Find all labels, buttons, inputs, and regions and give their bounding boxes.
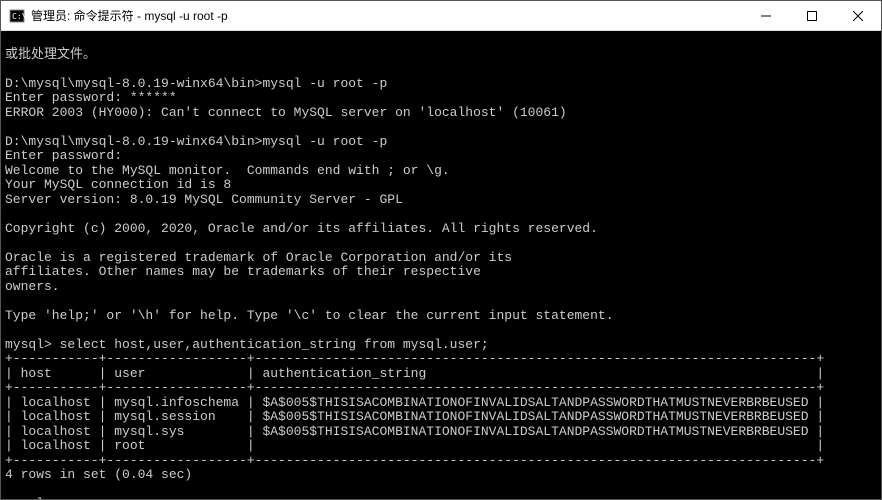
- titlebar[interactable]: C:\ 管理员: 命令提示符 - mysql -u root -p: [1, 1, 881, 31]
- table-row: | localhost | mysql.session | $A$005$THI…: [5, 409, 824, 424]
- table-border: +-----------+------------------+--------…: [5, 380, 824, 395]
- output-line: 或批处理文件。: [5, 47, 96, 62]
- output-line: affiliates. Other names may be trademark…: [5, 264, 481, 279]
- table-row: | localhost | root | |: [5, 438, 824, 453]
- table-border: +-----------+------------------+--------…: [5, 453, 824, 468]
- output-line: Enter password:: [5, 148, 122, 163]
- output-line: Type 'help;' or '\h' for help. Type '\c'…: [5, 308, 614, 323]
- error-line: ERROR 2003 (HY000): Can't connect to MyS…: [5, 105, 567, 120]
- minimize-button[interactable]: [743, 1, 789, 31]
- window: C:\ 管理员: 命令提示符 - mysql -u root -p 或批处理文件…: [0, 0, 882, 500]
- svg-text:C:\: C:\: [12, 12, 25, 21]
- maximize-button[interactable]: [789, 1, 835, 31]
- mysql-prompt-active[interactable]: mysql>: [5, 496, 67, 499]
- output-line: Copyright (c) 2000, 2020, Oracle and/or …: [5, 221, 598, 236]
- mysql-prompt: mysql> select host,user,authentication_s…: [5, 337, 489, 352]
- shell-prompt: D:\mysql\mysql-8.0.19-winx64\bin>mysql -…: [5, 134, 387, 149]
- output-line: Enter password: ******: [5, 90, 177, 105]
- result-summary: 4 rows in set (0.04 sec): [5, 467, 192, 482]
- output-line: Your MySQL connection id is 8: [5, 177, 231, 192]
- table-header: | host | user | authentication_string |: [5, 366, 824, 381]
- output-line: Oracle is a registered trademark of Orac…: [5, 250, 512, 265]
- table-row: | localhost | mysql.sys | $A$005$THISISA…: [5, 424, 824, 439]
- table-row: | localhost | mysql.infoschema | $A$005$…: [5, 395, 824, 410]
- shell-prompt: D:\mysql\mysql-8.0.19-winx64\bin>mysql -…: [5, 76, 387, 91]
- output-line: Server version: 8.0.19 MySQL Community S…: [5, 192, 403, 207]
- output-line: owners.: [5, 279, 60, 294]
- terminal-output[interactable]: 或批处理文件。 D:\mysql\mysql-8.0.19-winx64\bin…: [1, 31, 881, 499]
- cmd-icon: C:\: [9, 8, 25, 24]
- prompt-text: mysql>: [5, 496, 60, 499]
- window-title: 管理员: 命令提示符 - mysql -u root -p: [31, 7, 228, 24]
- output-line: Welcome to the MySQL monitor. Commands e…: [5, 163, 450, 178]
- table-border: +-----------+------------------+--------…: [5, 351, 824, 366]
- close-button[interactable]: [835, 1, 881, 31]
